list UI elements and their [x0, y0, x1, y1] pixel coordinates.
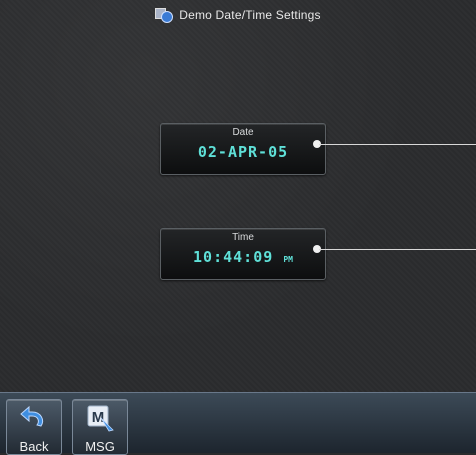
back-arrow-icon [20, 405, 44, 427]
date-button[interactable]: Date 02-APR-05 [160, 123, 326, 175]
title-bar: Demo Date/Time Settings [0, 2, 476, 28]
time-ampm: PM [283, 255, 293, 264]
time-label: Time [232, 232, 254, 243]
message-icon: M [87, 405, 114, 432]
back-button[interactable]: Back [6, 399, 62, 455]
msg-button[interactable]: M MSG [72, 399, 128, 455]
date-value: 02-APR-05 [197, 143, 289, 161]
time-button[interactable]: Time 10:44:09 PM [160, 228, 326, 280]
date-callout-line [319, 144, 476, 145]
settings-window-icon [155, 8, 174, 23]
date-label: Date [232, 127, 254, 138]
time-value: 10:44:09 [193, 248, 274, 266]
time-callout-line [319, 249, 476, 250]
message-icon-letter: M [92, 409, 105, 426]
time-value-wrap: 10:44:09 PM [161, 248, 325, 266]
page-title: Demo Date/Time Settings [179, 8, 321, 22]
bottom-toolbar: Back M MSG [0, 392, 476, 455]
screen-area: Demo Date/Time Settings Date 02-APR-05 T… [0, 0, 476, 392]
